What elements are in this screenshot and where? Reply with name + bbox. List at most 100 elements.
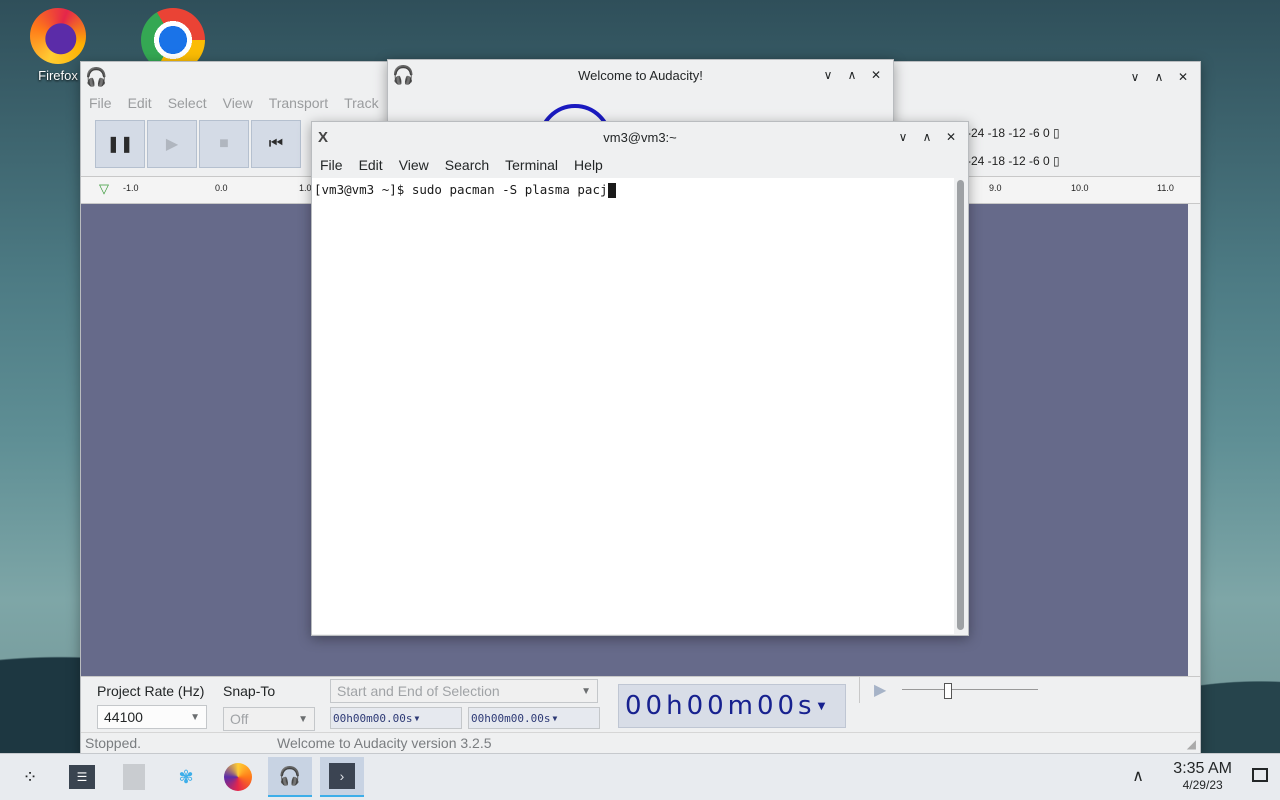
terminal-line: [vm3@vm3 ~]$ sudo pacman -S plasma pacj: [314, 182, 608, 197]
resize-grip-icon[interactable]: ◢: [1187, 737, 1196, 751]
project-rate-value: 44100: [104, 709, 143, 725]
maximize-icon[interactable]: ∧: [1150, 68, 1168, 86]
statusbar: Stopped. Welcome to Audacity version 3.2…: [81, 732, 1200, 755]
chevron-down-icon: ▼: [817, 700, 830, 712]
stop-button[interactable]: ■: [199, 120, 249, 168]
project-rate-label: Project Rate (Hz): [97, 683, 205, 699]
taskbar-settings[interactable]: ☰: [60, 757, 104, 797]
maximize-icon[interactable]: ∧: [918, 128, 936, 146]
chevron-down-icon: ▼: [581, 685, 591, 697]
file-manager-icon: [123, 764, 145, 790]
menu-tracks[interactable]: Track: [336, 95, 386, 111]
menu-transport[interactable]: Transport: [261, 95, 336, 111]
terminal-cursor: [607, 183, 616, 198]
snap-to-combo[interactable]: Off ▼: [223, 707, 315, 731]
chevron-down-icon: ▼: [552, 713, 558, 723]
pause-icon: ❚❚: [106, 136, 134, 153]
taskbar-audacity[interactable]: 🎧: [268, 757, 312, 797]
terminal-window: X vm3@vm3:~ ∨ ∧ ✕ File Edit View Search …: [311, 121, 969, 636]
skip-to-start-button[interactable]: ⏮: [251, 120, 301, 168]
close-icon[interactable]: ✕: [867, 66, 885, 84]
play-button[interactable]: ▶: [147, 120, 197, 168]
maximize-icon[interactable]: ∧: [843, 66, 861, 84]
menu-view[interactable]: View: [391, 157, 437, 173]
scrollbar-thumb[interactable]: [957, 180, 964, 630]
play-icon: ▶: [165, 136, 179, 153]
launcher-icon: ⁘: [22, 766, 38, 787]
menu-file[interactable]: File: [81, 95, 120, 111]
menu-search[interactable]: Search: [437, 157, 497, 173]
terminal-scrollbar[interactable]: [954, 178, 968, 634]
close-icon[interactable]: ✕: [942, 128, 960, 146]
ruler-tick: 1.0: [299, 183, 312, 193]
terminal-menubar: File Edit View Search Terminal Help: [312, 152, 968, 178]
speed-slider[interactable]: [902, 689, 1038, 690]
ruler-tick: 11.0: [1157, 183, 1174, 193]
track-scrollbar[interactable]: [1188, 204, 1200, 676]
taskbar-files[interactable]: [112, 757, 156, 797]
audio-position-display[interactable]: 00h00m00s ▼: [618, 684, 846, 728]
skip-start-icon: ⏮: [268, 135, 284, 152]
ruler-tick: -1.0: [123, 183, 139, 193]
selection-start-time[interactable]: 00h00m00.00s ▼: [330, 707, 462, 729]
menu-edit[interactable]: Edit: [120, 95, 160, 111]
welcome-titlebar[interactable]: 🎧 Welcome to Audacity! ∨ ∧ ✕: [388, 60, 893, 90]
menu-help[interactable]: Help: [566, 157, 611, 173]
taskbar-terminal[interactable]: ›: [320, 757, 364, 797]
play-at-speed-button[interactable]: ▶: [874, 680, 886, 700]
playback-meter[interactable]: -24 -18 -12 -6 0 ▯: [967, 154, 1060, 168]
audacity-icon: 🎧: [278, 765, 302, 786]
taskbar-discover[interactable]: ✾: [164, 757, 208, 797]
minimize-icon[interactable]: ∨: [819, 66, 837, 84]
taskbar-firefox[interactable]: [216, 757, 260, 797]
terminal-icon: ›: [329, 763, 355, 789]
terminal-output[interactable]: [vm3@vm3 ~]$ sudo pacman -S plasma pacj: [312, 178, 954, 634]
status-left: Stopped.: [85, 735, 142, 751]
clock[interactable]: 3:35 AM 4/29/23: [1173, 760, 1232, 792]
clock-date: 4/29/23: [1182, 778, 1223, 792]
ruler-tick: 9.0: [989, 183, 1002, 193]
app-launcher-button[interactable]: ⁘: [8, 757, 52, 797]
chevron-down-icon: ▼: [414, 713, 420, 723]
settings-icon: ☰: [69, 765, 95, 789]
play-at-speed-toolbar: ▶: [859, 677, 1038, 703]
discover-icon: ✾: [178, 766, 194, 787]
firefox-icon: [224, 763, 252, 791]
transport-toolbar: ❚❚ ▶ ■ ⏮: [95, 120, 301, 168]
menu-file[interactable]: File: [312, 157, 351, 173]
snap-to-value: Off: [230, 711, 249, 727]
status-right: Welcome to Audacity version 3.2.5: [277, 735, 492, 751]
xterm-app-icon: X: [318, 128, 329, 146]
selection-mode-combo[interactable]: Start and End of Selection ▼: [330, 679, 598, 703]
minimize-icon[interactable]: ∨: [1126, 68, 1144, 86]
play-head-icon[interactable]: ▽: [99, 181, 109, 197]
close-icon[interactable]: ✕: [1174, 68, 1192, 86]
audacity-app-icon: 🎧: [85, 66, 108, 87]
selection-mode-value: Start and End of Selection: [337, 683, 500, 699]
snap-to-label: Snap-To: [223, 683, 276, 699]
welcome-dialog: 🎧 Welcome to Audacity! ∨ ∧ ✕: [387, 59, 894, 125]
time-text: 00h00m00.00s: [333, 711, 413, 725]
minimize-icon[interactable]: ∨: [894, 128, 912, 146]
meter-scale: -24 -18 -12 -6 0: [967, 154, 1050, 168]
firefox-icon: [30, 8, 86, 64]
selection-end-time[interactable]: 00h00m00.00s ▼: [468, 707, 600, 729]
menu-edit[interactable]: Edit: [351, 157, 391, 173]
ruler-tick: 0.0: [215, 183, 228, 193]
speed-slider-handle[interactable]: [944, 683, 952, 699]
welcome-title: Welcome to Audacity!: [578, 67, 703, 83]
chevron-down-icon: ▼: [298, 713, 308, 725]
meter-scale: -24 -18 -12 -6 0: [967, 126, 1050, 140]
system-tray-expand-icon[interactable]: ∧: [1132, 766, 1144, 786]
menu-terminal[interactable]: Terminal: [497, 157, 566, 173]
menu-view[interactable]: View: [215, 95, 261, 111]
project-rate-combo[interactable]: 44100 ▼: [97, 705, 207, 729]
pause-button[interactable]: ❚❚: [95, 120, 145, 168]
terminal-titlebar[interactable]: X vm3@vm3:~ ∨ ∧ ✕: [312, 122, 968, 152]
record-meter[interactable]: -24 -18 -12 -6 0 ▯: [967, 126, 1060, 140]
audio-position-text: 00h00m00s: [625, 691, 816, 721]
show-desktop-icon[interactable]: [1252, 768, 1268, 782]
selection-toolbar: Project Rate (Hz) 44100 ▼ Snap-To Off ▼ …: [81, 676, 1200, 733]
menu-select[interactable]: Select: [160, 95, 215, 111]
clock-time: 3:35 AM: [1173, 760, 1232, 777]
